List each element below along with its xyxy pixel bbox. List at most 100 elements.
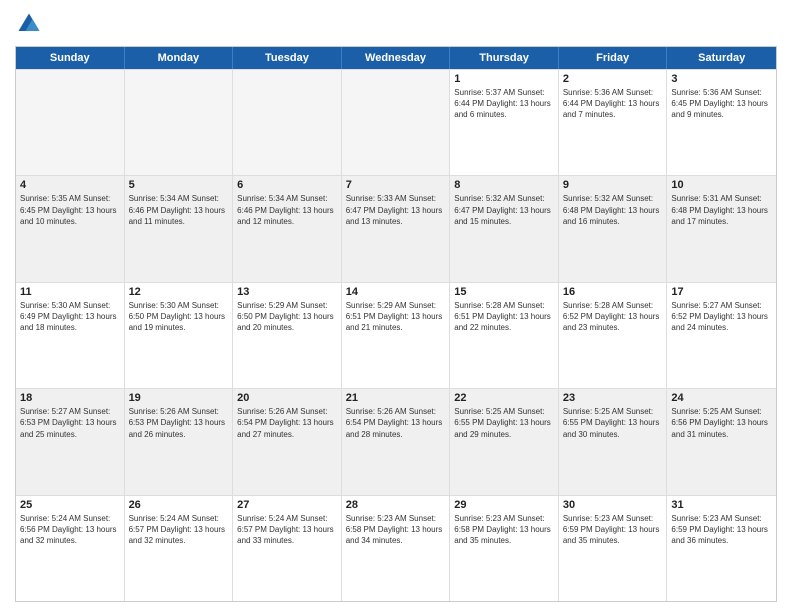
calendar-row-2: 4 Sunrise: 5:35 AM Sunset: 6:45 PM Daylig…	[16, 175, 776, 281]
header-day-friday: Friday	[559, 47, 668, 69]
day-cell-6: 6Sunrise: 5:34 AM Sunset: 6:46 PM Daylig…	[233, 176, 342, 281]
header-day-sunday: Sunday	[16, 47, 125, 69]
day-content: Sunrise: 5:27 AM Sunset: 6:53 PM Dayligh…	[20, 406, 120, 440]
day-cell-5: 5 Sunrise: 5:34 AM Sunset: 6:46 PM Daylig…	[125, 176, 234, 281]
day-cell-27: 27 Sunrise: 5:24 AM Sunset: 6:57 PM Dayli…	[233, 496, 342, 601]
day-content: Sunrise: 5:25 AM Sunset: 6:55 PM Dayligh…	[454, 406, 554, 440]
day-cell-29: 29Sunrise: 5:23 AM Sunset: 6:58 PM Dayli…	[450, 496, 559, 601]
day-cell-28: 28 Sunrise: 5:23 AM Sunset: 6:58 PM Dayli…	[342, 496, 451, 601]
day-number: 4	[20, 179, 120, 191]
day-cell-18: 18 Sunrise: 5:27 AM Sunset: 6:53 PM Dayli…	[16, 389, 125, 494]
day-cell-3: 3Sunrise: 5:36 AM Sunset: 6:45 PM Daylig…	[667, 70, 776, 175]
calendar-row-1: 1Sunrise: 5:37 AM Sunset: 6:44 PM Daylig…	[16, 69, 776, 175]
calendar-row-3: 11 Sunrise: 5:30 AM Sunset: 6:49 PM Dayli…	[16, 282, 776, 388]
day-cell-11: 11 Sunrise: 5:30 AM Sunset: 6:49 PM Dayli…	[16, 283, 125, 388]
header-day-tuesday: Tuesday	[233, 47, 342, 69]
day-number: 25	[20, 499, 120, 511]
day-cell-21: 21 Sunrise: 5:26 AM Sunset: 6:54 PM Dayli…	[342, 389, 451, 494]
header-day-thursday: Thursday	[450, 47, 559, 69]
day-number: 12	[129, 286, 229, 298]
day-content: Sunrise: 5:32 AM Sunset: 6:47 PM Dayligh…	[454, 193, 554, 227]
day-cell-8: 8 Sunrise: 5:32 AM Sunset: 6:47 PM Daylig…	[450, 176, 559, 281]
day-number: 23	[563, 392, 663, 404]
day-cell-17: 17Sunrise: 5:27 AM Sunset: 6:52 PM Dayli…	[667, 283, 776, 388]
day-content: Sunrise: 5:30 AM Sunset: 6:49 PM Dayligh…	[20, 300, 120, 334]
day-content: Sunrise: 5:23 AM Sunset: 6:59 PM Dayligh…	[671, 513, 772, 547]
day-number: 3	[671, 73, 772, 85]
calendar-row-5: 25 Sunrise: 5:24 AM Sunset: 6:56 PM Dayli…	[16, 495, 776, 601]
day-content: Sunrise: 5:24 AM Sunset: 6:57 PM Dayligh…	[237, 513, 337, 547]
day-number: 14	[346, 286, 446, 298]
day-cell-2: 2 Sunrise: 5:36 AM Sunset: 6:44 PM Daylig…	[559, 70, 668, 175]
day-number: 10	[671, 179, 772, 191]
day-number: 28	[346, 499, 446, 511]
day-number: 19	[129, 392, 229, 404]
header	[15, 10, 777, 38]
day-content: Sunrise: 5:26 AM Sunset: 6:54 PM Dayligh…	[346, 406, 446, 440]
header-day-wednesday: Wednesday	[342, 47, 451, 69]
day-number: 7	[346, 179, 446, 191]
day-cell-9: 9Sunrise: 5:32 AM Sunset: 6:48 PM Daylig…	[559, 176, 668, 281]
day-number: 15	[454, 286, 554, 298]
day-content: Sunrise: 5:32 AM Sunset: 6:48 PM Dayligh…	[563, 193, 663, 227]
day-content: Sunrise: 5:25 AM Sunset: 6:56 PM Dayligh…	[671, 406, 772, 440]
day-cell-22: 22 Sunrise: 5:25 AM Sunset: 6:55 PM Dayli…	[450, 389, 559, 494]
day-number: 22	[454, 392, 554, 404]
day-cell-13: 13 Sunrise: 5:29 AM Sunset: 6:50 PM Dayli…	[233, 283, 342, 388]
day-number: 18	[20, 392, 120, 404]
day-cell-26: 26 Sunrise: 5:24 AM Sunset: 6:57 PM Dayli…	[125, 496, 234, 601]
day-cell-24: 24 Sunrise: 5:25 AM Sunset: 6:56 PM Dayli…	[667, 389, 776, 494]
empty-cell	[342, 70, 451, 175]
day-number: 8	[454, 179, 554, 191]
day-content: Sunrise: 5:26 AM Sunset: 6:53 PM Dayligh…	[129, 406, 229, 440]
day-number: 2	[563, 73, 663, 85]
day-number: 1	[454, 73, 554, 85]
calendar-body: 1Sunrise: 5:37 AM Sunset: 6:44 PM Daylig…	[16, 69, 776, 601]
day-content: Sunrise: 5:28 AM Sunset: 6:51 PM Dayligh…	[454, 300, 554, 334]
day-number: 16	[563, 286, 663, 298]
day-content: Sunrise: 5:24 AM Sunset: 6:57 PM Dayligh…	[129, 513, 229, 547]
day-content: Sunrise: 5:35 AM Sunset: 6:45 PM Dayligh…	[20, 193, 120, 227]
day-number: 20	[237, 392, 337, 404]
day-content: Sunrise: 5:23 AM Sunset: 6:58 PM Dayligh…	[454, 513, 554, 547]
day-number: 31	[671, 499, 772, 511]
day-cell-25: 25 Sunrise: 5:24 AM Sunset: 6:56 PM Dayli…	[16, 496, 125, 601]
calendar-header: SundayMondayTuesdayWednesdayThursdayFrid…	[16, 47, 776, 69]
day-cell-31: 31 Sunrise: 5:23 AM Sunset: 6:59 PM Dayli…	[667, 496, 776, 601]
day-number: 26	[129, 499, 229, 511]
day-number: 21	[346, 392, 446, 404]
day-content: Sunrise: 5:29 AM Sunset: 6:50 PM Dayligh…	[237, 300, 337, 334]
day-content: Sunrise: 5:30 AM Sunset: 6:50 PM Dayligh…	[129, 300, 229, 334]
page: SundayMondayTuesdayWednesdayThursdayFrid…	[0, 0, 792, 612]
empty-cell	[233, 70, 342, 175]
day-cell-7: 7 Sunrise: 5:33 AM Sunset: 6:47 PM Daylig…	[342, 176, 451, 281]
header-day-saturday: Saturday	[667, 47, 776, 69]
day-content: Sunrise: 5:23 AM Sunset: 6:59 PM Dayligh…	[563, 513, 663, 547]
day-content: Sunrise: 5:36 AM Sunset: 6:44 PM Dayligh…	[563, 87, 663, 121]
day-number: 27	[237, 499, 337, 511]
day-cell-20: 20 Sunrise: 5:26 AM Sunset: 6:54 PM Dayli…	[233, 389, 342, 494]
day-number: 5	[129, 179, 229, 191]
day-content: Sunrise: 5:34 AM Sunset: 6:46 PM Dayligh…	[129, 193, 229, 227]
day-number: 13	[237, 286, 337, 298]
day-content: Sunrise: 5:33 AM Sunset: 6:47 PM Dayligh…	[346, 193, 446, 227]
logo	[15, 10, 47, 38]
day-content: Sunrise: 5:31 AM Sunset: 6:48 PM Dayligh…	[671, 193, 772, 227]
day-cell-19: 19 Sunrise: 5:26 AM Sunset: 6:53 PM Dayli…	[125, 389, 234, 494]
empty-cell	[16, 70, 125, 175]
day-number: 6	[237, 179, 337, 191]
day-content: Sunrise: 5:23 AM Sunset: 6:58 PM Dayligh…	[346, 513, 446, 547]
day-number: 30	[563, 499, 663, 511]
calendar-row-4: 18 Sunrise: 5:27 AM Sunset: 6:53 PM Dayli…	[16, 388, 776, 494]
day-number: 17	[671, 286, 772, 298]
day-cell-30: 30 Sunrise: 5:23 AM Sunset: 6:59 PM Dayli…	[559, 496, 668, 601]
day-content: Sunrise: 5:29 AM Sunset: 6:51 PM Dayligh…	[346, 300, 446, 334]
day-number: 11	[20, 286, 120, 298]
day-cell-15: 15 Sunrise: 5:28 AM Sunset: 6:51 PM Dayli…	[450, 283, 559, 388]
day-content: Sunrise: 5:24 AM Sunset: 6:56 PM Dayligh…	[20, 513, 120, 547]
day-cell-16: 16Sunrise: 5:28 AM Sunset: 6:52 PM Dayli…	[559, 283, 668, 388]
day-cell-23: 23Sunrise: 5:25 AM Sunset: 6:55 PM Dayli…	[559, 389, 668, 494]
day-content: Sunrise: 5:26 AM Sunset: 6:54 PM Dayligh…	[237, 406, 337, 440]
day-number: 24	[671, 392, 772, 404]
day-cell-1: 1Sunrise: 5:37 AM Sunset: 6:44 PM Daylig…	[450, 70, 559, 175]
